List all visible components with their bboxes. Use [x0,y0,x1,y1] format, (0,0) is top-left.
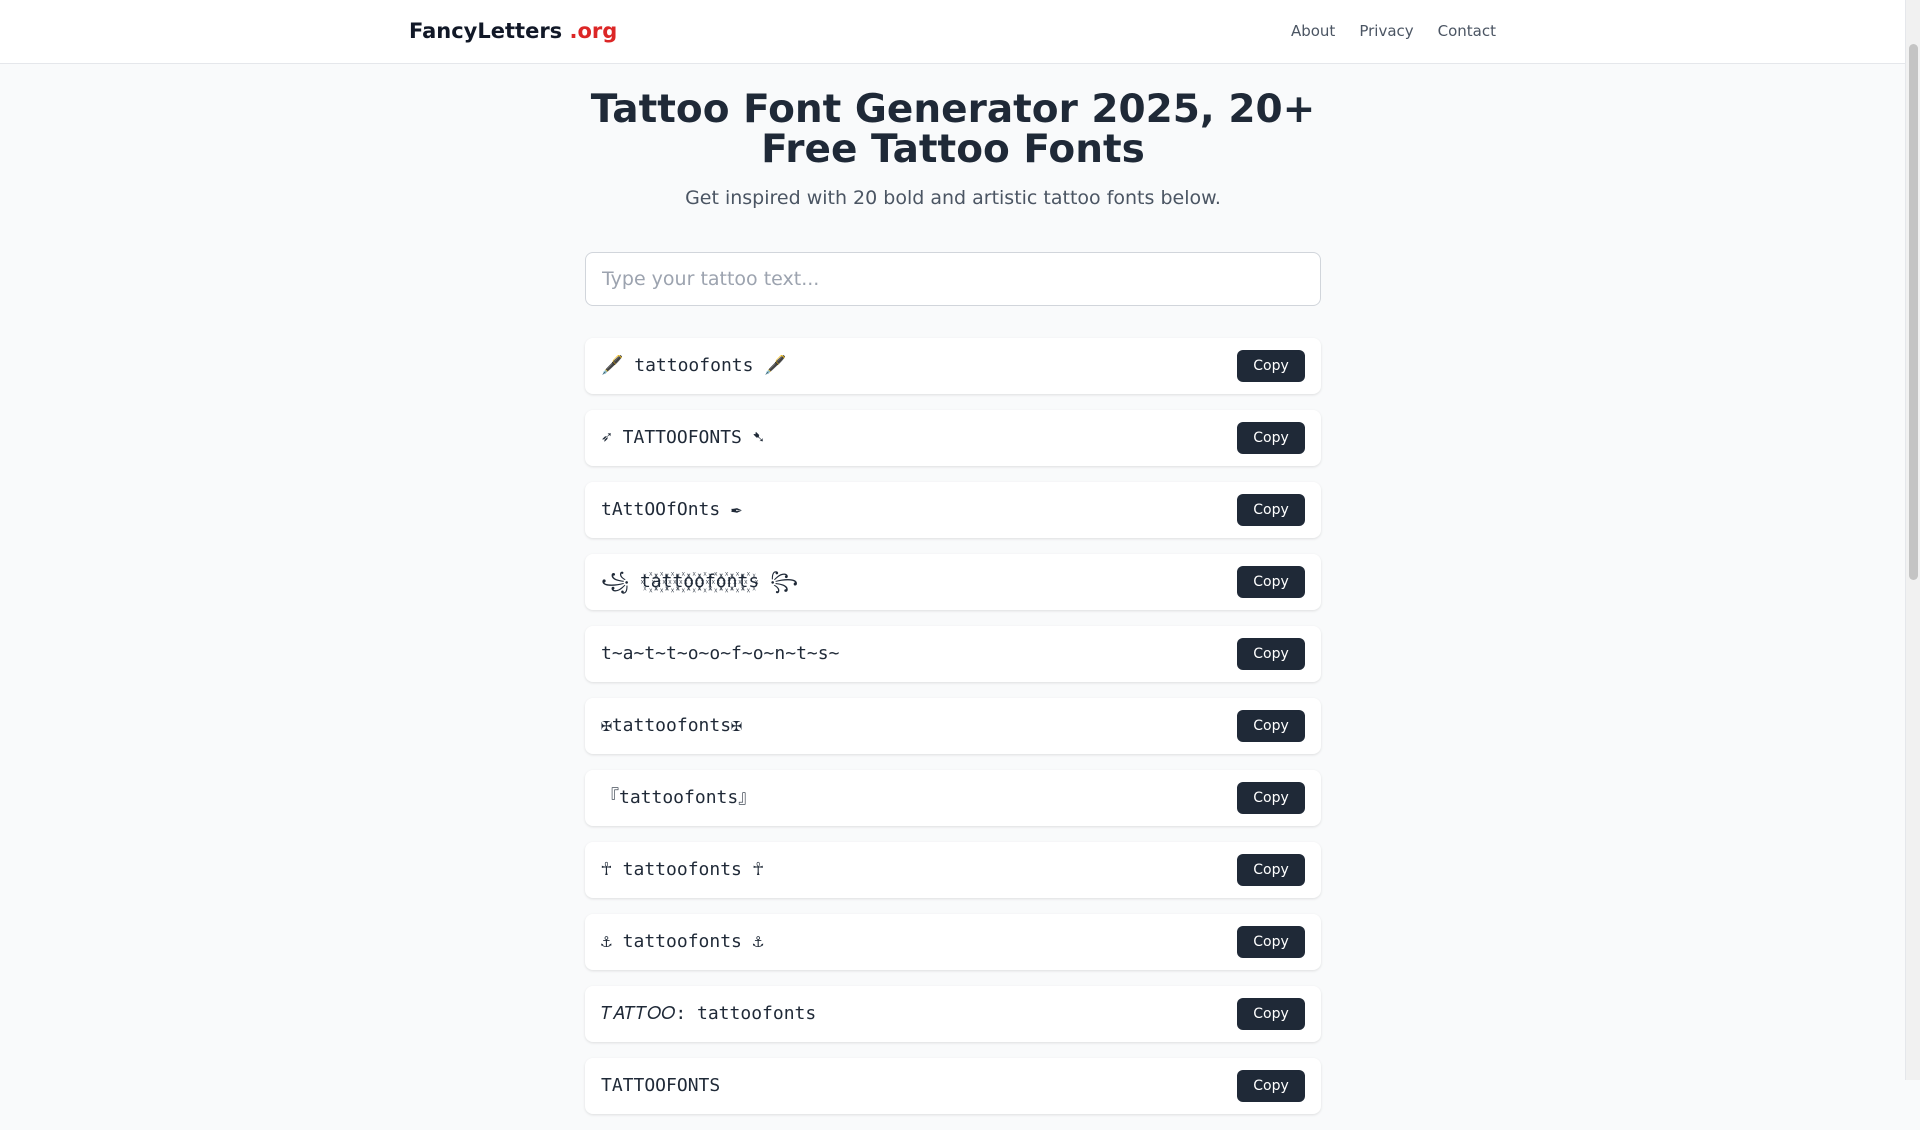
font-result-card: t~a~t~t~o~o~f~o~n~t~s~ Copy [585,626,1321,682]
page-title: Tattoo Font Generator 2025, 20+ Free Tat… [590,87,1316,172]
copy-button[interactable]: Copy [1237,422,1305,454]
copy-button[interactable]: Copy [1237,782,1305,814]
copy-button[interactable]: Copy [1237,926,1305,958]
scrollbar-thumb[interactable] [1909,44,1918,580]
font-result-card: ➶ TATTOOFONTS ➷ Copy [585,410,1321,466]
copy-button[interactable]: Copy [1237,854,1305,886]
site-logo[interactable]: FancyLetters .org [409,19,617,43]
copy-button[interactable]: Copy [1237,638,1305,670]
nav-link-privacy[interactable]: Privacy [1359,22,1413,40]
font-preview-text: 𝑇𝐴𝑇𝑇𝑂𝑂: tattoofonts [601,1003,817,1024]
brand-tld[interactable]: .org [570,19,618,43]
font-preview-text: 『tattoofonts』 [601,787,757,808]
font-result-card: ☥ tattoofonts ☥ Copy [585,842,1321,898]
font-results-list: 🖋️ tattoofonts 🖋️ Copy ➶ TATTOOFONTS ➷ C… [585,338,1321,1130]
font-result-card: tAttOOfOnts ✒ Copy [585,482,1321,538]
top-navbar: FancyLetters .org About Privacy Contact [0,0,1905,64]
main-nav: About Privacy Contact [1291,22,1496,40]
font-preview-text: TATTOOFONTS [601,1075,721,1096]
font-preview-text: ✠tattoofonts✠ [601,715,742,736]
font-result-card: ✠tattoofonts✠ Copy [585,698,1321,754]
font-preview-text: t~a~t~t~o~o~f~o~n~t~s~ [601,643,840,664]
font-result-card: ⚓ tattoofonts ⚓ Copy [585,914,1321,970]
brand-name[interactable]: FancyLetters [409,19,562,43]
font-result-card: ꧁ t꙰a꙰t꙰t꙰o꙰o꙰f꙰o꙰n꙰t꙰s ꧂ Copy [585,554,1321,610]
font-result-card: 🖋️ tattoofonts 🖋️ Copy [585,338,1321,394]
nav-link-contact[interactable]: Contact [1438,22,1496,40]
copy-button[interactable]: Copy [1237,566,1305,598]
font-preview-text: tAttOOfOnts ✒ [601,499,742,520]
nav-link-about[interactable]: About [1291,22,1335,40]
font-preview-text: 🖋️ tattoofonts 🖋️ [601,355,787,376]
page-scrollbar[interactable] [1905,0,1920,1080]
copy-button[interactable]: Copy [1237,494,1305,526]
font-result-card: TATTOOFONTS Copy [585,1058,1321,1114]
copy-button[interactable]: Copy [1237,710,1305,742]
font-preview-text: ⚓ tattoofonts ⚓ [601,931,764,952]
tattoo-text-input[interactable] [585,252,1321,306]
copy-button[interactable]: Copy [1237,998,1305,1030]
font-preview-text: ꧁ t꙰a꙰t꙰t꙰o꙰o꙰f꙰o꙰n꙰t꙰s ꧂ [601,571,799,592]
font-preview-text: ☥ tattoofonts ☥ [601,859,764,880]
page-subtitle: Get inspired with 20 bold and artistic t… [685,187,1221,209]
copy-button[interactable]: Copy [1237,1070,1305,1102]
copy-button[interactable]: Copy [1237,350,1305,382]
font-preview-text: ➶ TATTOOFONTS ➷ [601,427,764,448]
font-result-card: 『tattoofonts』 Copy [585,770,1321,826]
font-result-card: 𝑇𝐴𝑇𝑇𝑂𝑂: tattoofonts Copy [585,986,1321,1042]
hero-section: Tattoo Font Generator 2025, 20+ Free Tat… [585,87,1321,210]
